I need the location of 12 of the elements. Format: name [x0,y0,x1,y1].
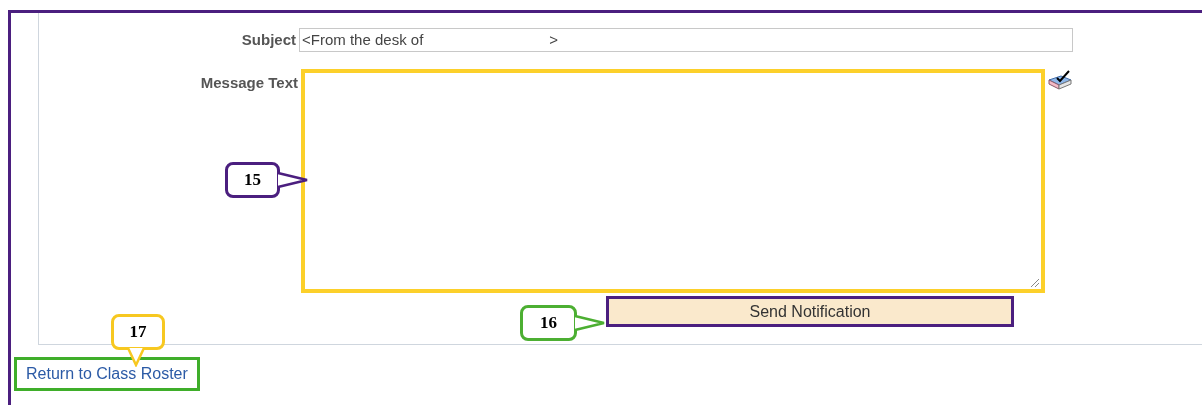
callout-pointer [126,347,146,367]
resize-handle-icon[interactable] [1030,278,1040,288]
subject-field[interactable]: <From the desk of > [299,28,1073,52]
subject-text: <From the desk of [302,29,424,50]
callout-pointer [574,314,606,332]
message-text-label: Message Text [200,74,298,91]
subject-label: Subject [241,31,296,48]
callout-pointer [277,171,309,189]
return-to-class-roster-link[interactable]: Return to Class Roster [14,357,200,391]
subject-text-end: > [549,29,559,50]
spell-check-book-icon[interactable] [1047,70,1073,92]
send-notification-button[interactable]: Send Notification [606,296,1014,327]
